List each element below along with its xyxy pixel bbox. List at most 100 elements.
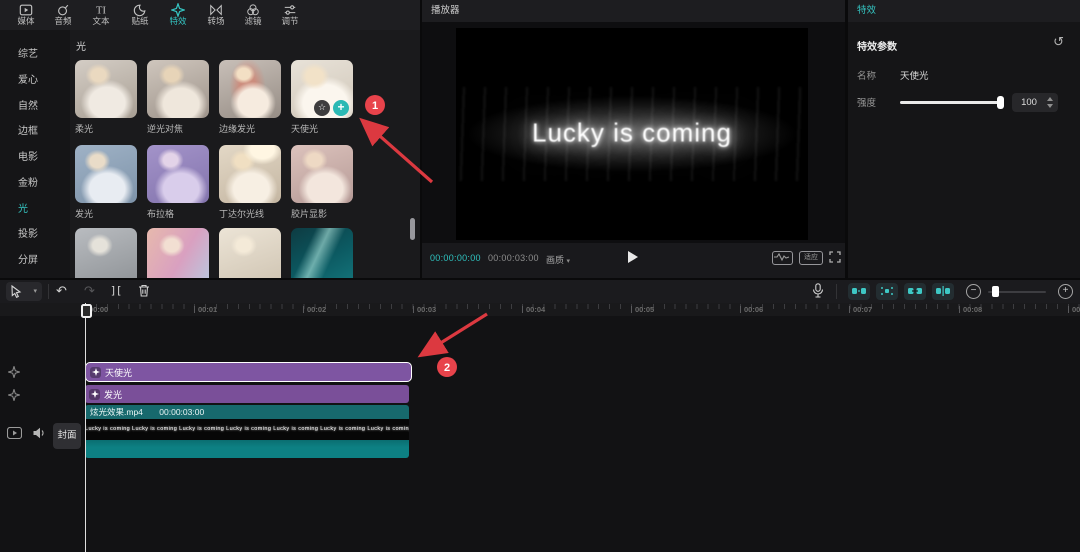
effect-badge-icon bbox=[90, 366, 101, 378]
effect-card-row3-1[interactable] bbox=[75, 228, 137, 278]
timeline-toolbar: ▾ ↶ ↷ ][ − + bbox=[0, 280, 1080, 303]
video-text-overlay: Lucky is coming bbox=[532, 117, 732, 148]
cover-button[interactable]: 封面 bbox=[53, 423, 81, 449]
chevron-down-icon: ▾ bbox=[33, 288, 37, 295]
category-fenping[interactable]: 分屏 bbox=[18, 251, 38, 266]
undo-button[interactable]: ↶ bbox=[56, 283, 67, 299]
category-touying[interactable]: 投影 bbox=[18, 225, 38, 240]
main-toolbar: 媒体 音频 TI 文本 贴纸 特效 转场 滤镜 调节 bbox=[0, 0, 420, 30]
ruler-label: 00:07 bbox=[849, 305, 872, 314]
category-jinfen[interactable]: 金粉 bbox=[18, 174, 38, 189]
effects-scrollbar[interactable] bbox=[410, 218, 415, 240]
video-filename: 炫光效果.mp4 bbox=[90, 407, 143, 417]
playhead-handle[interactable] bbox=[81, 304, 92, 318]
tab-text[interactable]: TI 文本 bbox=[82, 1, 120, 29]
effect-card-tianshiguang[interactable]: ☆ + 天使光 bbox=[291, 60, 353, 135]
delete-button[interactable] bbox=[138, 284, 150, 297]
effect-inspector-panel: 特效 特效参数 ↺ 名称 天使光 强度 100 bbox=[848, 0, 1080, 278]
video-track-icon[interactable] bbox=[7, 427, 22, 439]
preview-axis-toggle[interactable] bbox=[932, 283, 954, 300]
select-tool-dropdown[interactable]: ▾ bbox=[6, 282, 42, 301]
mute-speaker-icon[interactable] bbox=[33, 427, 46, 439]
tab-sticker[interactable]: 贴纸 bbox=[121, 1, 159, 29]
main-track-magnet-toggle[interactable] bbox=[848, 283, 870, 300]
effect-card-row3-2[interactable] bbox=[147, 228, 209, 278]
timeline-clip-tianshiguang[interactable]: 天使光 bbox=[85, 362, 412, 382]
tab-transition[interactable]: 转场 bbox=[197, 1, 235, 29]
strength-slider-handle[interactable] bbox=[997, 96, 1004, 109]
effects-library-panel: 媒体 音频 TI 文本 贴纸 特效 转场 滤镜 调节 综艺 爱心 自然 边框 电… bbox=[0, 0, 420, 278]
strength-slider-track[interactable] bbox=[900, 101, 1003, 104]
media-icon bbox=[19, 4, 33, 16]
tab-media[interactable]: 媒体 bbox=[7, 1, 45, 29]
cursor-icon bbox=[11, 285, 22, 298]
favorite-star-icon[interactable]: ☆ bbox=[314, 100, 330, 116]
record-voiceover-button[interactable] bbox=[812, 283, 824, 298]
inspector-title: 特效 bbox=[857, 5, 877, 16]
stepper-up-icon[interactable] bbox=[1047, 97, 1053, 101]
timeline-zoom-out-button[interactable]: − bbox=[966, 284, 981, 299]
player-title: 播放器 bbox=[431, 5, 460, 16]
ruler-label: 00:01 bbox=[194, 305, 217, 314]
split-button[interactable]: ][ bbox=[110, 283, 122, 299]
effect-name-value: 天使光 bbox=[900, 71, 929, 82]
auto-snap-toggle[interactable] bbox=[876, 283, 898, 300]
microphone-icon bbox=[812, 283, 824, 298]
category-ziran[interactable]: 自然 bbox=[18, 97, 38, 112]
quality-dropdown[interactable]: 画质 ▾ bbox=[546, 253, 570, 266]
audio-icon bbox=[58, 4, 69, 16]
timeline-ruler[interactable]: 00:00 00:01 00:02 00:03 00:04 00:05 00:0… bbox=[0, 303, 1080, 316]
redo-button[interactable]: ↷ bbox=[84, 283, 95, 299]
current-time: 00:00:00:00 bbox=[430, 253, 481, 263]
waveform-preview-button[interactable] bbox=[772, 251, 793, 265]
category-zongyi[interactable]: 综艺 bbox=[18, 45, 38, 60]
effect-card-faguang[interactable]: 发光 bbox=[75, 145, 137, 220]
category-guang[interactable]: 光 bbox=[18, 200, 28, 215]
tab-filter[interactable]: 滤镜 bbox=[234, 1, 272, 29]
effect-card-rouguang[interactable]: 柔光 bbox=[75, 60, 137, 135]
category-dianying[interactable]: 电影 bbox=[18, 148, 38, 163]
adjust-icon bbox=[284, 5, 296, 15]
preview-axis-icon bbox=[936, 286, 950, 296]
effect-card-jiaopianxianying[interactable]: 胶片显影 bbox=[291, 145, 353, 220]
fullscreen-button[interactable] bbox=[829, 251, 841, 263]
total-time: 00:00:03:00 bbox=[488, 253, 539, 263]
effect-card-niguangduijiao[interactable]: 逆光对焦 bbox=[147, 60, 209, 135]
tab-adjust[interactable]: 调节 bbox=[271, 1, 309, 29]
filter-icon bbox=[247, 4, 259, 16]
video-preview[interactable]: Lucky is coming bbox=[456, 28, 808, 240]
sparkle-snap-icon bbox=[881, 287, 893, 295]
capcut-editor-window: 媒体 音频 TI 文本 贴纸 特效 转场 滤镜 调节 综艺 爱心 自然 边框 电… bbox=[0, 0, 1080, 552]
add-effect-button[interactable]: + bbox=[333, 100, 349, 116]
magnet-snap-icon bbox=[852, 288, 866, 294]
timeline-video-clip[interactable]: 炫光效果.mp4 00:00:03:00 Lucky is coming Luc… bbox=[85, 405, 409, 458]
params-section-title: 特效参数 bbox=[857, 42, 897, 53]
tab-audio[interactable]: 音频 bbox=[44, 1, 82, 29]
play-button[interactable] bbox=[628, 251, 638, 263]
fit-ratio-button[interactable]: 适应 bbox=[799, 251, 823, 265]
tab-effects[interactable]: 特效 bbox=[159, 1, 197, 29]
reset-icon[interactable]: ↺ bbox=[1053, 34, 1064, 50]
effect-card-dingdaerguangxian[interactable]: 丁达尔光线 bbox=[219, 145, 281, 220]
category-biankuang[interactable]: 边框 bbox=[18, 122, 38, 137]
timeline-clip-faguang[interactable]: 发光 bbox=[85, 385, 409, 403]
timeline-zoom-handle[interactable] bbox=[992, 286, 999, 297]
timeline-tracks-area[interactable]: 天使光 发光 封面 炫光效果.mp4 00:00:03:00 Lucky is … bbox=[0, 316, 1080, 552]
strength-value-box[interactable]: 100 bbox=[1012, 93, 1058, 112]
stepper-down-icon[interactable] bbox=[1047, 104, 1053, 108]
effect-card-bulage[interactable]: 布拉格 bbox=[147, 145, 209, 220]
category-aixin[interactable]: 爱心 bbox=[18, 71, 38, 86]
player-controls: 00:00:00:00 00:00:03:00 画质 ▾ 适应 bbox=[422, 243, 845, 278]
trash-icon bbox=[139, 284, 149, 297]
effect-card-row3-3[interactable] bbox=[219, 228, 281, 278]
effect-card-row3-4[interactable] bbox=[291, 228, 353, 278]
section-title: 光 bbox=[76, 42, 86, 53]
name-label: 名称 bbox=[857, 71, 877, 82]
ruler-label: 00:06 bbox=[740, 305, 763, 314]
chevron-down-icon: ▾ bbox=[566, 258, 571, 265]
link-toggle[interactable] bbox=[904, 283, 926, 300]
effect-card-bianyuanfaguang[interactable]: 边缘发光 bbox=[219, 60, 281, 135]
ruler-label: 00:04 bbox=[522, 305, 545, 314]
player-header: 播放器 bbox=[422, 0, 845, 22]
timeline-zoom-in-button[interactable]: + bbox=[1058, 284, 1073, 299]
